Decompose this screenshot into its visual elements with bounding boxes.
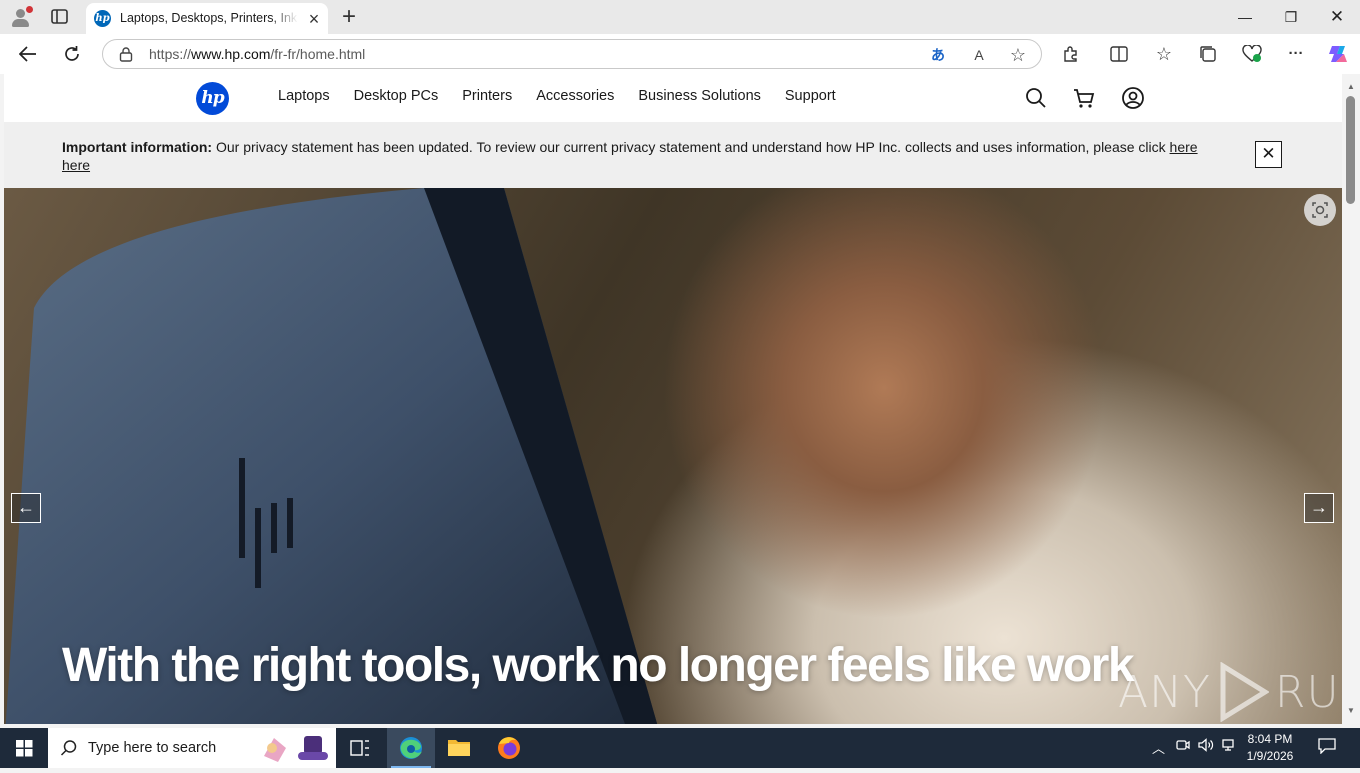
nav-support[interactable]: Support <box>785 88 836 108</box>
back-button[interactable] <box>14 40 42 68</box>
new-tab-button[interactable]: + <box>336 4 362 30</box>
nav-accessories[interactable]: Accessories <box>536 88 614 108</box>
scroll-down-arrow[interactable]: ▼ <box>1346 706 1356 716</box>
address-bar[interactable]: https://www.hp.com/fr-fr/home.html あ A ☆ <box>102 39 1042 69</box>
edge-taskbar-icon[interactable] <box>387 728 435 768</box>
cart-icon[interactable] <box>1072 86 1096 110</box>
main-navigation: Laptops Desktop PCs Printers Accessories… <box>278 88 836 108</box>
search-icon <box>60 740 77 756</box>
anyrun-watermark: ANY RUN <box>1118 662 1342 722</box>
meet-now-icon[interactable] <box>1176 738 1190 755</box>
site-header: hp Laptops Desktop PCs Printers Accessor… <box>4 74 1342 122</box>
carousel-next-button[interactable]: → <box>1304 493 1334 523</box>
windows-taskbar: Type here to search ︿ 8:04 PM 1/9/2026 <box>0 728 1360 768</box>
volume-icon[interactable] <box>1198 738 1214 755</box>
taskbar-search-box[interactable]: Type here to search <box>48 728 336 768</box>
nav-business-solutions[interactable]: Business Solutions <box>638 88 761 108</box>
task-view-button[interactable] <box>336 728 384 768</box>
browser-essentials-icon[interactable] <box>1240 42 1264 66</box>
profile-icon[interactable] <box>8 6 33 28</box>
notice-heading: Important information: <box>62 139 213 155</box>
translate-icon[interactable]: あ <box>927 44 949 66</box>
split-screen-icon[interactable] <box>1107 42 1131 66</box>
collections-icon[interactable] <box>1196 42 1220 66</box>
page-scrollbar[interactable]: ▲ ▼ <box>1342 74 1360 724</box>
carousel-prev-button[interactable]: ← <box>11 493 41 523</box>
url-host: www.hp.com <box>191 46 271 62</box>
tab-title: Laptops, Desktops, Printers, Ink & Toner… <box>120 11 298 25</box>
refresh-button[interactable] <box>58 40 86 68</box>
page-viewport: hp Laptops Desktop PCs Printers Accessor… <box>4 74 1342 724</box>
close-window-button[interactable]: ✕ <box>1314 0 1360 34</box>
watermark-left: ANY <box>1118 666 1211 718</box>
copilot-icon[interactable] <box>1326 42 1350 66</box>
close-notice-button[interactable]: ✕ <box>1255 141 1282 168</box>
hp-favicon-icon: hp <box>94 10 111 27</box>
hero-headline: With the right tools, work no longer fee… <box>62 639 1135 692</box>
minimize-window-button[interactable]: — <box>1222 0 1268 34</box>
browser-tab-bar: hp Laptops, Desktops, Printers, Ink & To… <box>0 0 1360 34</box>
lock-icon[interactable] <box>119 47 133 62</box>
watermark-right: RUN <box>1274 666 1342 718</box>
restore-window-button[interactable]: ❐ <box>1268 0 1314 34</box>
system-clock[interactable]: 8:04 PM 1/9/2026 <box>1242 731 1298 765</box>
scrollbar-thumb[interactable] <box>1346 96 1355 204</box>
privacy-notice-banner: Important information: Our privacy state… <box>4 122 1342 188</box>
url-path: /fr-fr/home.html <box>270 46 366 62</box>
search-highlight-icon <box>264 736 328 762</box>
show-hidden-icons[interactable]: ︿ <box>1152 738 1165 757</box>
hp-logo[interactable]: hp <box>196 82 229 115</box>
play-logo-icon <box>1220 662 1269 722</box>
nav-laptops[interactable]: Laptops <box>278 88 330 108</box>
network-icon[interactable] <box>1222 738 1238 755</box>
url-scheme: https:// <box>149 46 192 62</box>
nav-desktop-pcs[interactable]: Desktop PCs <box>354 88 439 108</box>
address-toolbar: https://www.hp.com/fr-fr/home.html あ A ☆… <box>0 34 1360 74</box>
notification-center-icon[interactable] <box>1318 738 1336 757</box>
search-icon[interactable] <box>1024 86 1048 110</box>
tab-hp-home[interactable]: hp Laptops, Desktops, Printers, Ink & To… <box>86 3 328 34</box>
visual-search-icon[interactable] <box>1304 194 1336 226</box>
privacy-notice-text: Important information: Our privacy state… <box>62 138 1202 174</box>
scroll-up-arrow[interactable]: ▲ <box>1346 82 1356 92</box>
close-tab-icon[interactable]: × <box>304 9 324 29</box>
tab-actions-icon[interactable] <box>50 8 70 26</box>
clock-time: 8:04 PM <box>1247 732 1293 746</box>
firefox-icon[interactable] <box>485 728 533 768</box>
search-placeholder: Type here to search <box>88 740 217 756</box>
hero-carousel: ← → With the right tools, work no longer… <box>4 188 1342 724</box>
notice-body: Our privacy statement has been updated. … <box>212 139 1170 155</box>
clock-date: 1/9/2026 <box>1246 749 1294 763</box>
url-text[interactable]: https://www.hp.com/fr-fr/home.html <box>149 46 365 62</box>
start-button[interactable] <box>0 728 48 768</box>
read-aloud-icon[interactable]: A <box>968 44 990 66</box>
more-options-icon[interactable]: ··· <box>1284 42 1308 66</box>
extensions-icon[interactable] <box>1059 42 1083 66</box>
nav-printers[interactable]: Printers <box>462 88 512 108</box>
laptop-hp-logo <box>239 458 293 588</box>
account-icon[interactable] <box>1121 86 1145 110</box>
file-explorer-icon[interactable] <box>435 728 483 768</box>
favorites-icon[interactable]: ☆ <box>1152 42 1176 66</box>
favorite-star-icon[interactable]: ☆ <box>1007 44 1029 66</box>
